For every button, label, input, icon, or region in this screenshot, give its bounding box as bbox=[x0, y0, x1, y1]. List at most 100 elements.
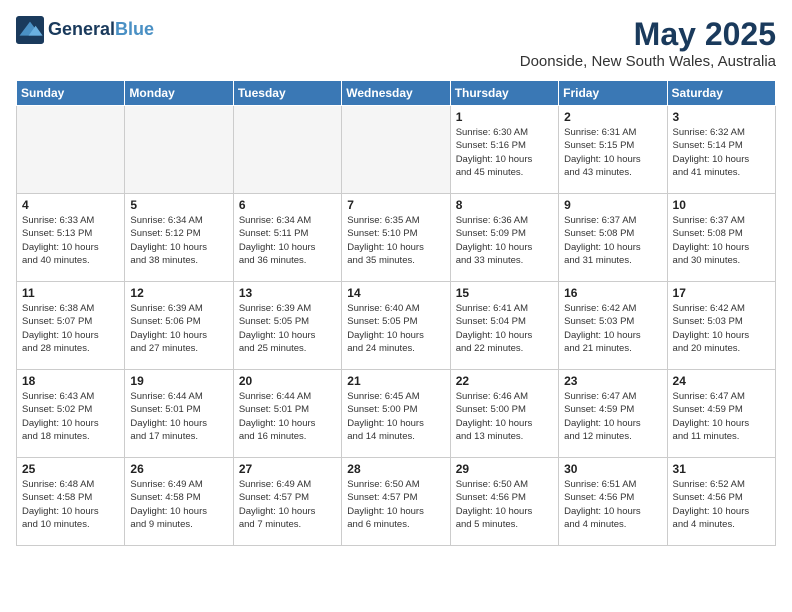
calendar-cell: 7 Sunrise: 6:35 AMSunset: 5:10 PMDaylight… bbox=[342, 194, 450, 282]
calendar-cell: 3 Sunrise: 6:32 AMSunset: 5:14 PMDaylight… bbox=[667, 106, 775, 194]
day-number: 21 bbox=[347, 374, 444, 388]
week-row-2: 4 Sunrise: 6:33 AMSunset: 5:13 PMDaylight… bbox=[17, 194, 776, 282]
day-number: 16 bbox=[564, 286, 661, 300]
day-info: Sunrise: 6:33 AMSunset: 5:13 PMDaylight:… bbox=[22, 214, 119, 267]
page-header: GeneralBlue May 2025 Doonside, New South… bbox=[16, 16, 776, 70]
calendar-cell: 31Sunrise: 6:52 AMSunset: 4:56 PMDayligh… bbox=[667, 458, 775, 546]
logo-icon bbox=[16, 16, 44, 44]
day-number: 11 bbox=[22, 286, 119, 300]
day-info: Sunrise: 6:30 AMSunset: 5:16 PMDaylight:… bbox=[456, 126, 553, 179]
day-number: 29 bbox=[456, 462, 553, 476]
day-info: Sunrise: 6:36 AMSunset: 5:09 PMDaylight:… bbox=[456, 214, 553, 267]
day-info: Sunrise: 6:35 AMSunset: 5:10 PMDaylight:… bbox=[347, 214, 444, 267]
calendar-cell: 30 Sunrise: 6:51 AMSunset: 4:56 PMDayligh… bbox=[559, 458, 667, 546]
day-number: 28 bbox=[347, 462, 444, 476]
header-cell-tuesday: Tuesday bbox=[233, 81, 341, 106]
calendar-cell bbox=[342, 106, 450, 194]
calendar-cell: 18 Sunrise: 6:43 AMSunset: 5:02 PMDayligh… bbox=[17, 370, 125, 458]
calendar-cell: 10 Sunrise: 6:37 AMSunset: 5:08 PMDayligh… bbox=[667, 194, 775, 282]
day-info: Sunrise: 6:37 AMSunset: 5:08 PMDaylight:… bbox=[673, 214, 770, 267]
day-info: Sunrise: 6:34 AMSunset: 5:12 PMDaylight:… bbox=[130, 214, 227, 267]
day-number: 24 bbox=[673, 374, 770, 388]
day-number: 14 bbox=[347, 286, 444, 300]
day-info: Sunrise: 6:38 AMSunset: 5:07 PMDaylight:… bbox=[22, 302, 119, 355]
calendar-cell: 5 Sunrise: 6:34 AMSunset: 5:12 PMDaylight… bbox=[125, 194, 233, 282]
calendar-cell: 2 Sunrise: 6:31 AMSunset: 5:15 PMDaylight… bbox=[559, 106, 667, 194]
day-number: 9 bbox=[564, 198, 661, 212]
day-number: 27 bbox=[239, 462, 336, 476]
day-number: 13 bbox=[239, 286, 336, 300]
header-cell-saturday: Saturday bbox=[667, 81, 775, 106]
calendar-cell: 29 Sunrise: 6:50 AMSunset: 4:56 PMDayligh… bbox=[450, 458, 558, 546]
day-number: 2 bbox=[564, 110, 661, 124]
logo: GeneralBlue bbox=[16, 16, 154, 44]
day-number: 7 bbox=[347, 198, 444, 212]
week-row-3: 11 Sunrise: 6:38 AMSunset: 5:07 PMDayligh… bbox=[17, 282, 776, 370]
day-number: 5 bbox=[130, 198, 227, 212]
day-info: Sunrise: 6:48 AMSunset: 4:58 PMDaylight:… bbox=[22, 478, 119, 531]
calendar-cell: 21Sunrise: 6:45 AMSunset: 5:00 PMDayligh… bbox=[342, 370, 450, 458]
calendar-cell: 24 Sunrise: 6:47 AMSunset: 4:59 PMDayligh… bbox=[667, 370, 775, 458]
day-info: Sunrise: 6:39 AMSunset: 5:05 PMDaylight:… bbox=[239, 302, 336, 355]
logo-text: GeneralBlue bbox=[48, 20, 154, 40]
day-number: 30 bbox=[564, 462, 661, 476]
day-info: Sunrise: 6:43 AMSunset: 5:02 PMDaylight:… bbox=[22, 390, 119, 443]
calendar-cell: 20Sunrise: 6:44 AMSunset: 5:01 PMDayligh… bbox=[233, 370, 341, 458]
calendar-cell: 11 Sunrise: 6:38 AMSunset: 5:07 PMDayligh… bbox=[17, 282, 125, 370]
week-row-1: 1Sunrise: 6:30 AMSunset: 5:16 PMDaylight… bbox=[17, 106, 776, 194]
day-info: Sunrise: 6:44 AMSunset: 5:01 PMDaylight:… bbox=[130, 390, 227, 443]
calendar-cell: 28 Sunrise: 6:50 AMSunset: 4:57 PMDayligh… bbox=[342, 458, 450, 546]
calendar-cell: 13 Sunrise: 6:39 AMSunset: 5:05 PMDayligh… bbox=[233, 282, 341, 370]
day-number: 20 bbox=[239, 374, 336, 388]
calendar-cell: 8 Sunrise: 6:36 AMSunset: 5:09 PMDaylight… bbox=[450, 194, 558, 282]
day-number: 22 bbox=[456, 374, 553, 388]
day-info: Sunrise: 6:31 AMSunset: 5:15 PMDaylight:… bbox=[564, 126, 661, 179]
calendar-cell: 6 Sunrise: 6:34 AMSunset: 5:11 PMDaylight… bbox=[233, 194, 341, 282]
header-cell-monday: Monday bbox=[125, 81, 233, 106]
day-info: Sunrise: 6:50 AMSunset: 4:57 PMDaylight:… bbox=[347, 478, 444, 531]
calendar-cell: 16Sunrise: 6:42 AMSunset: 5:03 PMDayligh… bbox=[559, 282, 667, 370]
day-info: Sunrise: 6:42 AMSunset: 5:03 PMDaylight:… bbox=[673, 302, 770, 355]
header-row: SundayMondayTuesdayWednesdayThursdayFrid… bbox=[17, 81, 776, 106]
week-row-4: 18 Sunrise: 6:43 AMSunset: 5:02 PMDayligh… bbox=[17, 370, 776, 458]
calendar-cell: 4 Sunrise: 6:33 AMSunset: 5:13 PMDaylight… bbox=[17, 194, 125, 282]
calendar-cell: 15 Sunrise: 6:41 AMSunset: 5:04 PMDayligh… bbox=[450, 282, 558, 370]
day-number: 8 bbox=[456, 198, 553, 212]
day-number: 6 bbox=[239, 198, 336, 212]
day-number: 19 bbox=[130, 374, 227, 388]
day-number: 18 bbox=[22, 374, 119, 388]
day-info: Sunrise: 6:34 AMSunset: 5:11 PMDaylight:… bbox=[239, 214, 336, 267]
day-info: Sunrise: 6:49 AMSunset: 4:58 PMDaylight:… bbox=[130, 478, 227, 531]
calendar-cell bbox=[125, 106, 233, 194]
calendar-cell: 12Sunrise: 6:39 AMSunset: 5:06 PMDayligh… bbox=[125, 282, 233, 370]
calendar-title: May 2025 bbox=[520, 16, 776, 53]
day-number: 3 bbox=[673, 110, 770, 124]
day-number: 31 bbox=[673, 462, 770, 476]
day-info: Sunrise: 6:32 AMSunset: 5:14 PMDaylight:… bbox=[673, 126, 770, 179]
calendar-cell: 14 Sunrise: 6:40 AMSunset: 5:05 PMDayligh… bbox=[342, 282, 450, 370]
header-cell-thursday: Thursday bbox=[450, 81, 558, 106]
day-info: Sunrise: 6:37 AMSunset: 5:08 PMDaylight:… bbox=[564, 214, 661, 267]
calendar-cell: 27Sunrise: 6:49 AMSunset: 4:57 PMDayligh… bbox=[233, 458, 341, 546]
title-block: May 2025 Doonside, New South Wales, Aust… bbox=[520, 16, 776, 70]
header-cell-wednesday: Wednesday bbox=[342, 81, 450, 106]
calendar-cell: 1Sunrise: 6:30 AMSunset: 5:16 PMDaylight… bbox=[450, 106, 558, 194]
day-info: Sunrise: 6:51 AMSunset: 4:56 PMDaylight:… bbox=[564, 478, 661, 531]
calendar-cell: 17Sunrise: 6:42 AMSunset: 5:03 PMDayligh… bbox=[667, 282, 775, 370]
header-cell-friday: Friday bbox=[559, 81, 667, 106]
day-info: Sunrise: 6:40 AMSunset: 5:05 PMDaylight:… bbox=[347, 302, 444, 355]
day-info: Sunrise: 6:50 AMSunset: 4:56 PMDaylight:… bbox=[456, 478, 553, 531]
day-number: 23 bbox=[564, 374, 661, 388]
day-number: 10 bbox=[673, 198, 770, 212]
day-number: 15 bbox=[456, 286, 553, 300]
day-number: 4 bbox=[22, 198, 119, 212]
calendar-cell: 22Sunrise: 6:46 AMSunset: 5:00 PMDayligh… bbox=[450, 370, 558, 458]
day-info: Sunrise: 6:47 AMSunset: 4:59 PMDaylight:… bbox=[564, 390, 661, 443]
day-info: Sunrise: 6:41 AMSunset: 5:04 PMDaylight:… bbox=[456, 302, 553, 355]
day-info: Sunrise: 6:47 AMSunset: 4:59 PMDaylight:… bbox=[673, 390, 770, 443]
calendar-cell: 26Sunrise: 6:49 AMSunset: 4:58 PMDayligh… bbox=[125, 458, 233, 546]
week-row-5: 25Sunrise: 6:48 AMSunset: 4:58 PMDayligh… bbox=[17, 458, 776, 546]
calendar-cell: 9 Sunrise: 6:37 AMSunset: 5:08 PMDaylight… bbox=[559, 194, 667, 282]
calendar-cell: 19 Sunrise: 6:44 AMSunset: 5:01 PMDayligh… bbox=[125, 370, 233, 458]
calendar-cell bbox=[233, 106, 341, 194]
